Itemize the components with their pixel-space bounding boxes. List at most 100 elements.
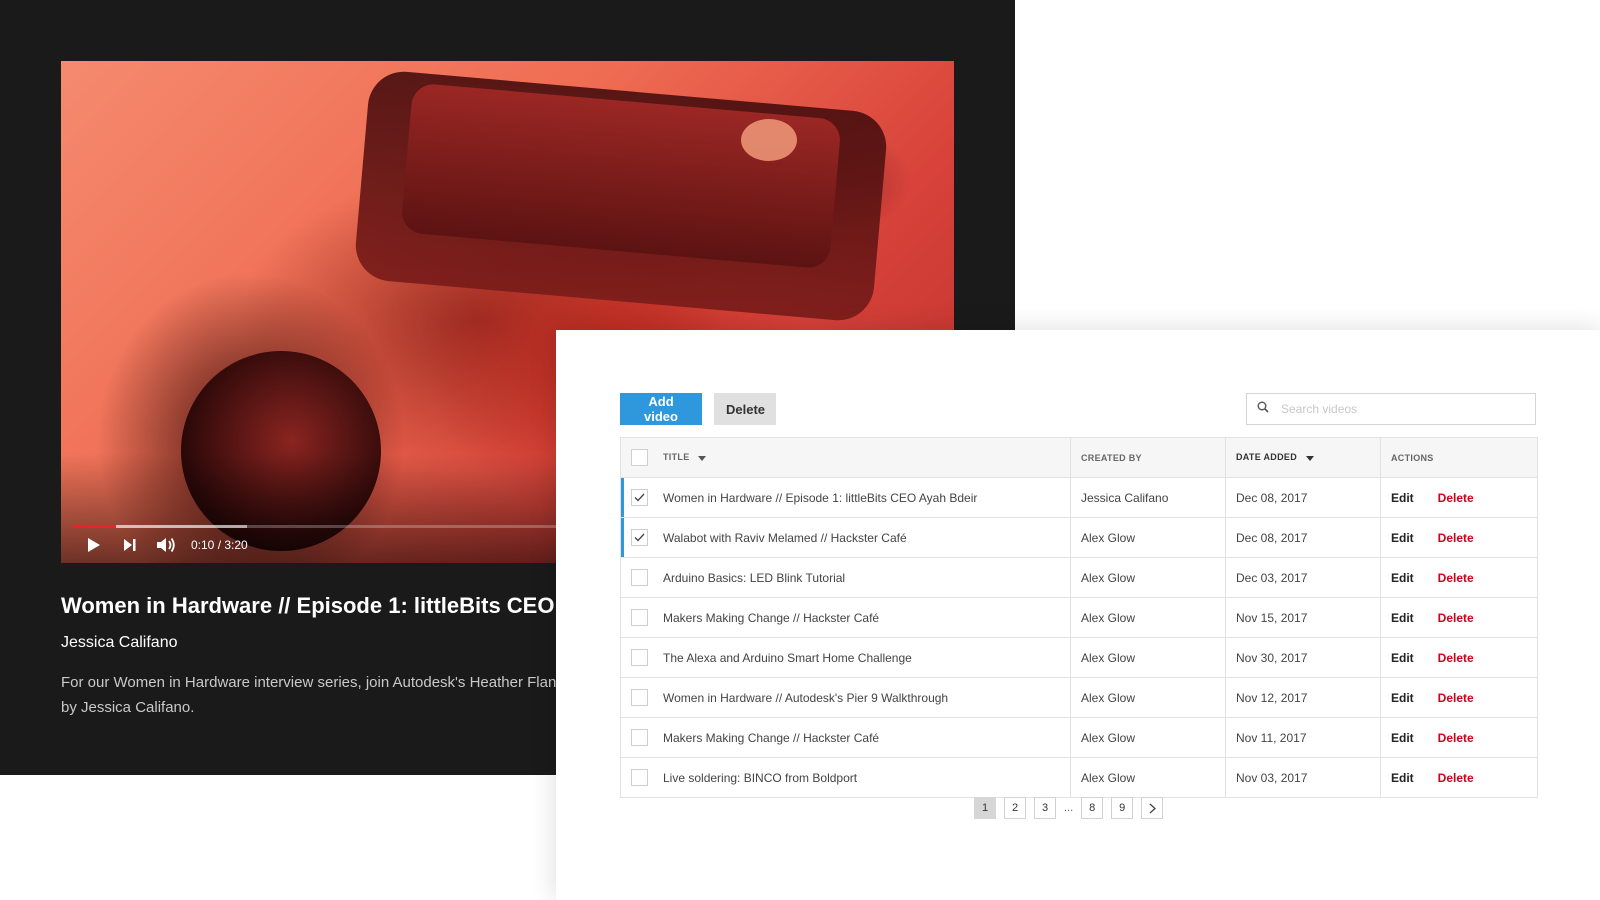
time-display: 0:10 / 3:20 xyxy=(191,538,248,552)
row-checkbox[interactable] xyxy=(631,489,648,506)
created-by-column-header: CREATED BY xyxy=(1070,437,1226,478)
row-title: Makers Making Change // Hackster Café xyxy=(661,717,1071,758)
play-icon[interactable] xyxy=(83,535,105,555)
pagination: 1 2 3... 8 9 xyxy=(974,797,1164,819)
delete-selected-button[interactable]: Delete xyxy=(714,393,776,425)
row-actions: Edit Delete xyxy=(1380,557,1538,598)
row-title: Women in Hardware // Episode 1: littleBi… xyxy=(661,477,1071,518)
row-created-by: Alex Glow xyxy=(1070,557,1226,598)
row-date-added: Nov 12, 2017 xyxy=(1225,677,1381,718)
table-row: Women in Hardware // Episode 1: littleBi… xyxy=(620,477,1538,518)
row-actions: Edit Delete xyxy=(1380,517,1538,558)
table-row: Arduino Basics: LED Blink Tutorial Alex G… xyxy=(620,557,1538,598)
delete-link[interactable]: Delete xyxy=(1438,691,1474,705)
edit-link[interactable]: Edit xyxy=(1391,491,1414,505)
row-actions: Edit Delete xyxy=(1380,677,1538,718)
add-video-button[interactable]: Add video xyxy=(620,393,702,425)
toolbar: Add video Delete xyxy=(620,393,1536,427)
row-select-cell xyxy=(620,597,661,638)
row-actions: Edit Delete xyxy=(1380,717,1538,758)
sort-caret-icon xyxy=(1305,453,1314,463)
row-checkbox[interactable] xyxy=(631,569,648,586)
table-row: Women in Hardware // Autodesk's Pier 9 W… xyxy=(620,677,1538,718)
actions-header-label: ACTIONS xyxy=(1391,452,1434,463)
date-added-column-header[interactable]: DATE ADDED xyxy=(1225,437,1381,478)
table-row: Walabot with Raviv Melamed // Hackster C… xyxy=(620,517,1538,558)
video-admin-card: Add video Delete TITLE CREATED BY xyxy=(556,330,1600,900)
title-header-label: TITLE xyxy=(663,452,690,463)
checkmark-icon xyxy=(634,493,645,502)
sort-caret-icon xyxy=(698,453,707,463)
page-button[interactable]: 9 xyxy=(1111,797,1134,819)
row-date-added: Dec 08, 2017 xyxy=(1225,477,1381,518)
row-select-cell xyxy=(620,637,661,678)
created-by-header-label: CREATED BY xyxy=(1081,452,1142,463)
edit-link[interactable]: Edit xyxy=(1391,771,1414,785)
video-table: TITLE CREATED BY DATE ADDED ACTIONS Wome… xyxy=(620,437,1538,798)
row-select-cell xyxy=(620,557,661,598)
row-date-added: Dec 08, 2017 xyxy=(1225,517,1381,558)
row-title: Arduino Basics: LED Blink Tutorial xyxy=(661,557,1071,598)
delete-link[interactable]: Delete xyxy=(1438,531,1474,545)
edit-link[interactable]: Edit xyxy=(1391,651,1414,665)
row-title: The Alexa and Arduino Smart Home Challen… xyxy=(661,637,1071,678)
delete-link[interactable]: Delete xyxy=(1438,731,1474,745)
delete-link[interactable]: Delete xyxy=(1438,651,1474,665)
row-date-added: Nov 11, 2017 xyxy=(1225,717,1381,758)
page-button[interactable]: 1 xyxy=(974,797,996,819)
edit-link[interactable]: Edit xyxy=(1391,571,1414,585)
table-row: Makers Making Change // Hackster Café Ale… xyxy=(620,597,1538,638)
row-checkbox[interactable] xyxy=(631,529,648,546)
page-button[interactable]: 3 xyxy=(1034,797,1056,819)
chevron-right-icon xyxy=(1149,803,1156,813)
row-actions: Edit Delete xyxy=(1380,477,1538,518)
table-body: Women in Hardware // Episode 1: littleBi… xyxy=(620,477,1538,798)
search-box xyxy=(1246,393,1536,425)
row-title: Walabot with Raviv Melamed // Hackster C… xyxy=(661,517,1071,558)
row-created-by: Alex Glow xyxy=(1070,717,1226,758)
row-date-added: Nov 03, 2017 xyxy=(1225,757,1381,798)
row-title: Live soldering: BINCO from Boldport xyxy=(661,757,1071,798)
date-added-header-label: DATE ADDED xyxy=(1236,452,1297,463)
checkmark-icon xyxy=(634,533,645,542)
search-input[interactable] xyxy=(1279,401,1513,417)
row-checkbox[interactable] xyxy=(631,689,648,706)
next-icon[interactable] xyxy=(119,535,141,555)
title-column-header[interactable]: TITLE xyxy=(661,437,1071,478)
row-checkbox[interactable] xyxy=(631,649,648,666)
row-checkbox[interactable] xyxy=(631,769,648,786)
edit-link[interactable]: Edit xyxy=(1391,531,1414,545)
actions-column-header: ACTIONS xyxy=(1380,437,1538,478)
row-title: Makers Making Change // Hackster Café xyxy=(661,597,1071,638)
row-select-cell xyxy=(620,757,661,798)
delete-link[interactable]: Delete xyxy=(1438,771,1474,785)
vr-lens-image xyxy=(741,119,797,161)
page-button[interactable]: 8 xyxy=(1081,797,1104,819)
delete-link[interactable]: Delete xyxy=(1438,571,1474,585)
table-row: Live soldering: BINCO from Boldport Alex … xyxy=(620,757,1538,798)
table-row: Makers Making Change // Hackster Café Ale… xyxy=(620,717,1538,758)
search-icon xyxy=(1257,400,1269,418)
row-actions: Edit Delete xyxy=(1380,637,1538,678)
edit-link[interactable]: Edit xyxy=(1391,731,1414,745)
row-checkbox[interactable] xyxy=(631,729,648,746)
edit-link[interactable]: Edit xyxy=(1391,611,1414,625)
volume-icon[interactable] xyxy=(155,535,177,555)
row-actions: Edit Delete xyxy=(1380,757,1538,798)
delete-link[interactable]: Delete xyxy=(1438,611,1474,625)
page-button[interactable]: 2 xyxy=(1004,797,1026,819)
row-title: Women in Hardware // Autodesk's Pier 9 W… xyxy=(661,677,1071,718)
row-date-added: Nov 30, 2017 xyxy=(1225,637,1381,678)
row-checkbox[interactable] xyxy=(631,609,648,626)
next-page-button[interactable] xyxy=(1141,797,1164,819)
video-controls: 0:10 / 3:20 xyxy=(83,535,248,555)
progress-played xyxy=(73,525,117,528)
select-all-cell xyxy=(620,437,661,478)
edit-link[interactable]: Edit xyxy=(1391,691,1414,705)
select-all-checkbox[interactable] xyxy=(631,449,648,466)
row-select-cell xyxy=(620,677,661,718)
pagination-ellipsis: ... xyxy=(1064,802,1074,814)
delete-link[interactable]: Delete xyxy=(1438,491,1474,505)
row-created-by: Alex Glow xyxy=(1070,637,1226,678)
row-select-cell xyxy=(620,477,661,518)
